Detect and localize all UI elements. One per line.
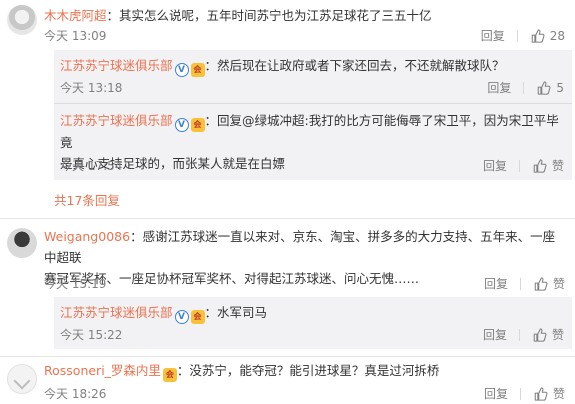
like-button[interactable]: 赞	[533, 385, 565, 402]
comment-username[interactable]: Weigang0086	[44, 229, 130, 244]
reply-actions: 回复 赞	[483, 326, 564, 343]
comment-username[interactable]: Rossoneri_罗森内里	[44, 363, 161, 378]
thumb-up-icon	[533, 277, 548, 291]
like-count: 赞	[551, 328, 564, 342]
reply-list: 江苏苏宁球迷俱乐部 V 会：水军司马 今天 15:22 回复 赞	[54, 297, 572, 349]
reply-button[interactable]: 回复	[481, 27, 505, 44]
reply-actions: 回复 赞	[483, 157, 564, 174]
comment-time: 今天 18:26	[44, 387, 107, 401]
reply-button[interactable]: 回复	[487, 79, 511, 96]
reply-button[interactable]: 回复	[483, 157, 507, 174]
thumb-up-icon	[533, 387, 548, 401]
action-divider	[518, 328, 520, 341]
reply-button[interactable]: 回复	[484, 275, 508, 292]
like-button[interactable]: 赞	[532, 157, 564, 174]
action-divider	[523, 81, 525, 94]
reply-time: 今天 13:18	[60, 81, 123, 95]
reply-list: 江苏苏宁球迷俱乐部 V 会：然后现在让政府或者下家还回去，不还就解散球队？ 今天 1…	[54, 50, 572, 180]
reply-actions: 回复 5	[487, 79, 564, 96]
reply-username[interactable]: 江苏苏宁球迷俱乐部	[60, 113, 173, 128]
like-button[interactable]: 赞	[533, 275, 565, 292]
comment-body: ：没苏宁，能夺冠？能引进球星？真是过河拆桥	[176, 363, 440, 378]
avatar[interactable]	[7, 228, 37, 258]
reply-username[interactable]: 江苏苏宁球迷俱乐部	[60, 58, 173, 73]
member-badge-icon: 会	[190, 63, 205, 77]
like-count: 28	[549, 28, 565, 43]
member-badge-icon: 会	[190, 310, 205, 324]
action-divider	[516, 29, 518, 42]
action-divider	[518, 159, 520, 172]
comment-actions: 回复 28	[481, 27, 565, 44]
action-divider	[519, 277, 521, 290]
comment-time: 今天 15:19	[44, 277, 107, 291]
chevron-icon	[13, 372, 31, 390]
comment-time: 今天 13:09	[44, 29, 107, 43]
reply-button[interactable]: 回复	[483, 326, 507, 343]
reply-button[interactable]: 回复	[484, 385, 508, 402]
reply-text: 江苏苏宁球迷俱乐部 V 会：然后现在让政府或者下家还回去，不还就解散球队？	[60, 55, 568, 77]
reply-body: ：然后现在让政府或者下家还回去，不还就解散球队？	[204, 58, 505, 73]
action-divider	[519, 387, 521, 400]
avatar[interactable]	[7, 364, 37, 394]
comment-text: Rossoneri_罗森内里会：没苏宁，能夺冠？能引进球星？真是过河拆桥	[44, 360, 564, 382]
comment-divider	[0, 356, 575, 357]
comment-body: ：其实怎么说呢，五年时间苏宁也为江苏足球花了三五十亿	[106, 8, 432, 23]
like-count: 5	[556, 80, 564, 95]
avatar[interactable]	[7, 5, 37, 35]
comment-actions: 回复 赞	[484, 385, 565, 402]
comment-divider	[0, 218, 575, 219]
comment-text: 木木虎阿超：其实怎么说呢，五年时间苏宁也为江苏足球花了三五十亿	[44, 5, 564, 26]
verified-badge-icon: V	[174, 310, 189, 324]
thumb-up-icon	[536, 81, 551, 95]
thumb-up-icon	[532, 159, 547, 173]
reply-time: 今天 17:54	[60, 159, 123, 173]
thumb-up-icon	[530, 29, 545, 43]
like-count: 赞	[551, 159, 564, 173]
reply-username[interactable]: 江苏苏宁球迷俱乐部	[60, 305, 173, 320]
reply-divider	[54, 103, 572, 104]
comment-actions: 回复 赞	[484, 275, 565, 292]
member-badge-icon: 会	[190, 118, 205, 132]
member-badge-icon: 会	[162, 368, 177, 382]
reply-body: ：水军司马	[204, 305, 268, 320]
more-replies-link[interactable]: 共17条回复	[54, 190, 120, 209]
reply-text: 江苏苏宁球迷俱乐部 V 会：水军司马	[60, 302, 568, 324]
like-count: 赞	[552, 387, 565, 401]
reply-time: 今天 15:22	[60, 328, 123, 342]
like-button[interactable]: 28	[530, 29, 565, 43]
like-button[interactable]: 赞	[532, 326, 564, 343]
like-count: 赞	[552, 277, 565, 291]
verified-badge-icon: V	[174, 118, 189, 132]
thumb-up-icon	[532, 328, 547, 342]
like-button[interactable]: 5	[536, 81, 564, 95]
comment-username[interactable]: 木木虎阿超	[44, 8, 107, 23]
verified-badge-icon: V	[174, 63, 189, 77]
